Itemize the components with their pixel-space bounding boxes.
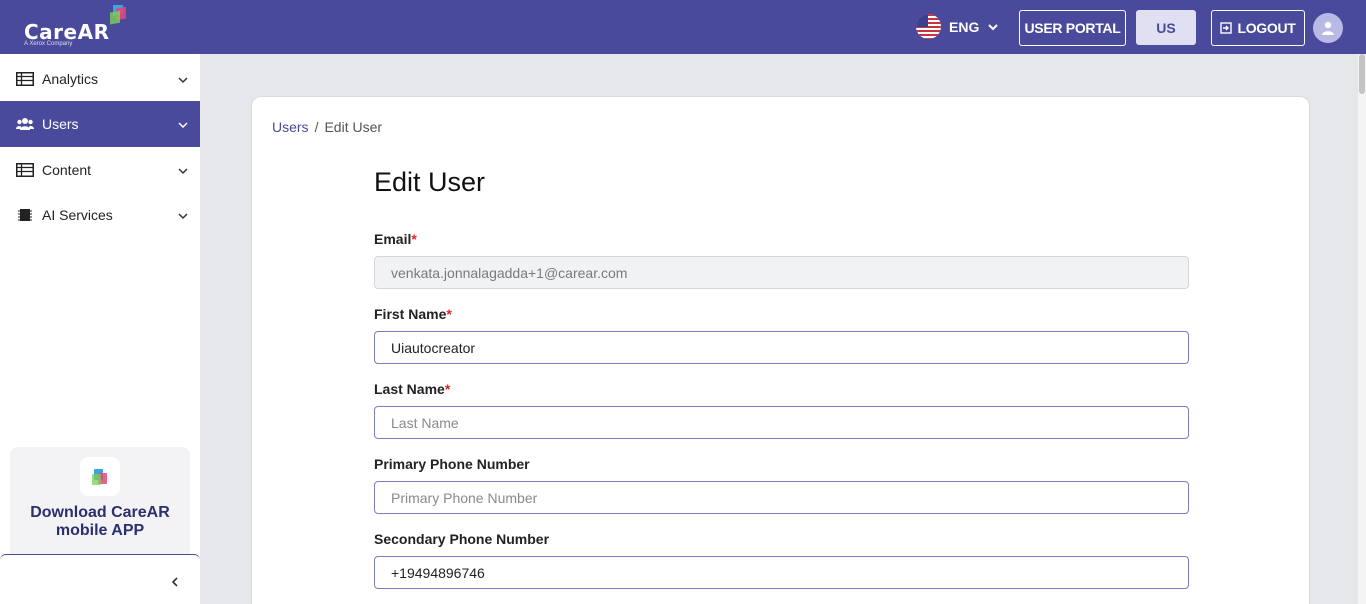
- logo-subtitle: A Xerox Company: [24, 41, 73, 47]
- app-icon: [80, 457, 120, 496]
- sidebar-item-label: Analytics: [42, 71, 99, 87]
- chevron-down-icon: [178, 213, 188, 220]
- download-app-promo[interactable]: Download CareAR mobile APP: [10, 447, 190, 557]
- email-label: Email*: [374, 231, 417, 247]
- chip-icon: [18, 209, 32, 221]
- sidebar: Analytics Users Content AI Services Down…: [0, 54, 200, 604]
- sidebar-item-users[interactable]: Users: [0, 101, 200, 147]
- last-name-label: Last Name*: [374, 381, 451, 397]
- logo-mark-icon: [110, 5, 126, 25]
- page-scrollbar[interactable]: [1358, 54, 1366, 604]
- promo-text: Download CareAR mobile APP: [30, 504, 170, 539]
- first-name-label: First Name*: [374, 306, 452, 322]
- sidebar-item-label: Users: [42, 116, 79, 132]
- us-flag-icon: [916, 14, 941, 39]
- logout-icon: [1220, 22, 1233, 34]
- breadcrumb-users-link[interactable]: Users: [272, 119, 309, 135]
- scrollbar-thumb[interactable]: [1359, 54, 1365, 94]
- carear-app-icon: [92, 468, 107, 485]
- first-name-field[interactable]: [374, 331, 1189, 364]
- last-name-field[interactable]: [374, 406, 1189, 439]
- email-field: [374, 256, 1189, 289]
- logout-button[interactable]: LOGOUT: [1211, 10, 1305, 46]
- region-button[interactable]: US: [1136, 10, 1196, 45]
- language-label: ENG: [949, 18, 980, 35]
- chevron-left-icon[interactable]: [168, 575, 182, 589]
- chevron-down-icon: [178, 122, 188, 129]
- users-icon: [16, 118, 34, 130]
- table-icon: [16, 72, 34, 86]
- chevron-down-icon: [178, 77, 188, 84]
- breadcrumb: Users / Edit User: [272, 119, 382, 135]
- user-avatar-icon: [1322, 21, 1334, 35]
- page-title: Edit User: [374, 167, 486, 197]
- chevron-down-icon: [178, 168, 188, 175]
- breadcrumb-separator: /: [314, 119, 319, 135]
- table-icon: [16, 163, 34, 177]
- carear-logo[interactable]: CareAR A Xerox Company: [22, 5, 132, 50]
- sidebar-item-label: AI Services: [42, 207, 113, 223]
- sidebar-item-analytics[interactable]: Analytics: [0, 56, 200, 102]
- user-avatar-button[interactable]: [1313, 13, 1343, 43]
- user-portal-button[interactable]: USER PORTAL: [1019, 10, 1126, 46]
- secondary-phone-field[interactable]: [374, 556, 1189, 589]
- sidebar-footer: [0, 554, 200, 604]
- chevron-down-icon: [988, 23, 999, 30]
- primary-phone-label: Primary Phone Number: [374, 456, 530, 472]
- sidebar-item-ai-services[interactable]: AI Services: [0, 192, 200, 238]
- primary-phone-field[interactable]: [374, 481, 1189, 514]
- logout-label: LOGOUT: [1237, 20, 1296, 36]
- sidebar-item-content[interactable]: Content: [0, 147, 200, 193]
- language-selector[interactable]: ENG: [916, 14, 999, 39]
- edit-user-card: Users / Edit User Edit User Email* First…: [251, 96, 1310, 604]
- sidebar-item-label: Content: [42, 162, 92, 178]
- top-bar: CareAR A Xerox Company ENG USER PORTAL U…: [0, 0, 1366, 54]
- breadcrumb-current: Edit User: [324, 119, 383, 135]
- secondary-phone-label: Secondary Phone Number: [374, 531, 550, 547]
